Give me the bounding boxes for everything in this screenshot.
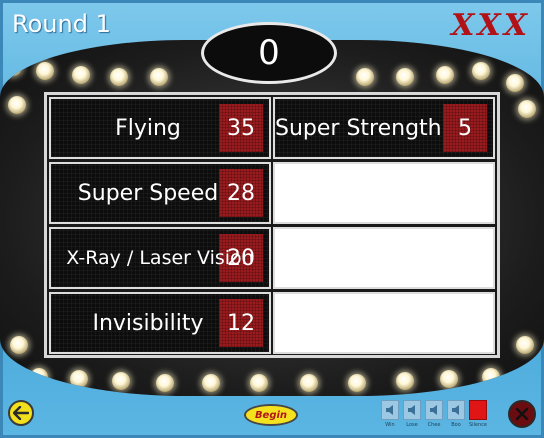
speaker-icon [403, 400, 421, 420]
bulb-light [506, 74, 524, 92]
answer-slot-7[interactable] [273, 227, 495, 289]
bulb-light [10, 336, 28, 354]
answer-label: X-Ray / Laser Vision [66, 247, 254, 269]
bulb-light [356, 68, 374, 86]
speaker-icon [381, 400, 399, 420]
answer-slot-6[interactable] [273, 162, 495, 224]
bulb-light [202, 374, 220, 392]
sound-boo-button[interactable]: Boo [446, 400, 466, 428]
round-title: Round 1 [12, 10, 111, 38]
sound-cheer-button[interactable]: Chee [424, 400, 444, 428]
answer-label: Super Strength [275, 115, 442, 141]
sound-silence-button[interactable]: Silence [468, 400, 488, 428]
answer-slot-2[interactable]: Super Speed 28 [49, 162, 271, 224]
answer-slot-3[interactable]: 20 X-Ray / Laser Vision [49, 227, 271, 289]
bulb-light [396, 68, 414, 86]
answer-label: Super Speed [77, 180, 219, 206]
bulb-light [482, 368, 500, 386]
sound-caption: Lose [406, 422, 418, 428]
speaker-icon [425, 400, 443, 420]
bulb-light [70, 370, 88, 388]
bulb-light [472, 62, 490, 80]
arrow-left-icon [13, 406, 29, 420]
speaker-icon [447, 400, 465, 420]
bulb-light [348, 374, 366, 392]
sound-caption: Chee [427, 422, 441, 428]
back-button[interactable] [8, 400, 34, 426]
answer-slot-4[interactable]: Invisibility 12 [49, 292, 271, 354]
close-icon [515, 407, 529, 421]
sound-caption: Boo [451, 422, 461, 428]
answer-points: 12 [219, 299, 263, 347]
bulb-light [518, 100, 536, 118]
bulb-light [8, 96, 26, 114]
bulb-light [36, 62, 54, 80]
begin-button[interactable]: Begin [244, 404, 298, 426]
bulb-light [436, 66, 454, 84]
answer-label: Flying [115, 115, 181, 141]
sound-caption: Win [385, 422, 395, 428]
bulb-light [150, 68, 168, 86]
bulb-light [516, 336, 534, 354]
bulb-light [4, 58, 22, 76]
score-value: 0 [258, 33, 280, 73]
bulb-light [110, 68, 128, 86]
stop-button[interactable] [508, 400, 536, 428]
bulb-light [112, 372, 130, 390]
answer-points: 28 [219, 169, 263, 217]
bulb-light [440, 370, 458, 388]
bulb-light [300, 374, 318, 392]
bulb-light [250, 374, 268, 392]
sound-controls: Win Lose Chee Boo Silence [380, 400, 488, 428]
answer-panel: Flying 35 Super Speed 28 20 X-Ray / Lase… [44, 92, 500, 358]
answer-slot-1[interactable]: Flying 35 [49, 97, 271, 159]
bulb-light [30, 368, 48, 386]
answer-slot-5[interactable]: 5 Super Strength [273, 97, 495, 159]
bulb-light [156, 374, 174, 392]
bulb-light [396, 372, 414, 390]
answer-slot-8[interactable] [273, 292, 495, 354]
sound-caption: Silence [468, 422, 488, 428]
answer-label: Invisibility [92, 310, 204, 336]
strikes-indicator: XXX [451, 8, 530, 43]
bulb-light [72, 66, 90, 84]
score-display: 0 [201, 22, 337, 84]
sound-win-button[interactable]: Win [380, 400, 400, 428]
sound-lose-button[interactable]: Lose [402, 400, 422, 428]
silence-icon [469, 400, 487, 420]
answer-points: 35 [219, 104, 263, 152]
